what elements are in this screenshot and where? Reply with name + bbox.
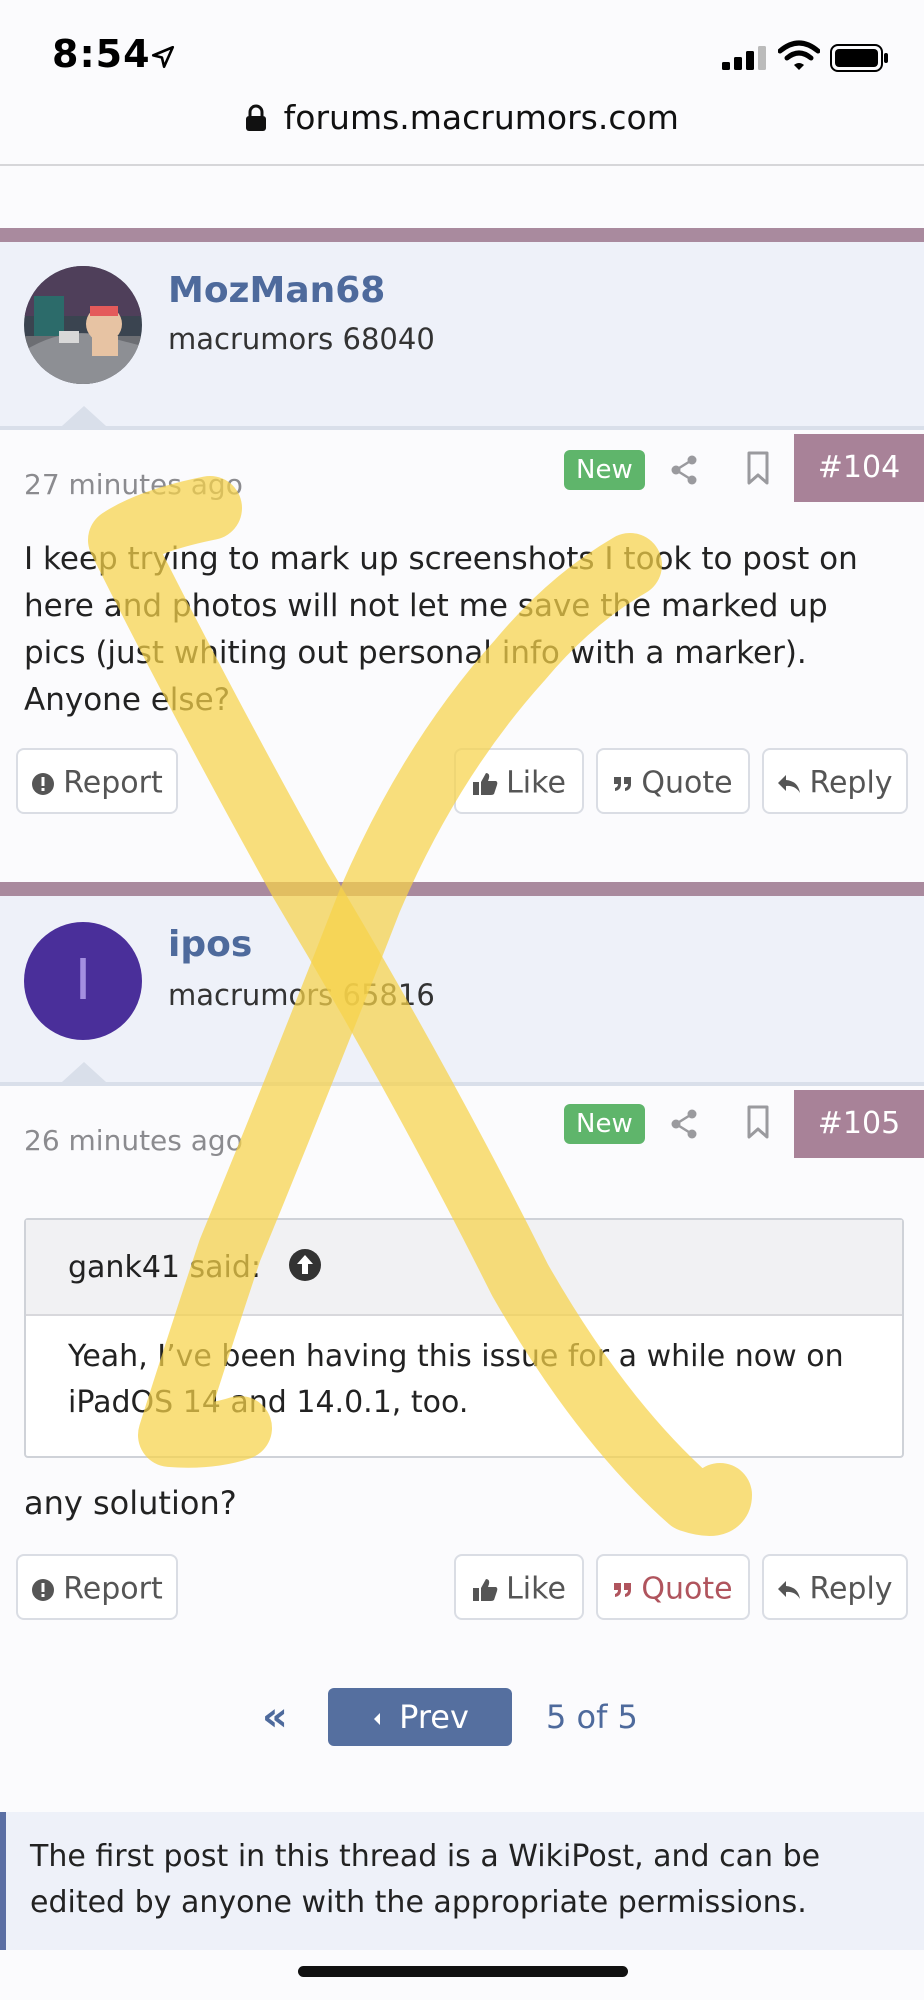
post-time[interactable]: 26 minutes ago <box>24 1124 243 1157</box>
post-time[interactable]: 27 minutes ago <box>24 468 243 501</box>
bookmark-icon[interactable] <box>740 450 776 486</box>
divider <box>0 1082 924 1086</box>
reply-label: Reply <box>809 765 893 801</box>
divider <box>0 164 924 166</box>
notice-text: The first post in this thread is a WikiP… <box>30 1839 821 1920</box>
quote-text: Yeah, I’ve been having this issue for a … <box>68 1339 844 1420</box>
avatar[interactable] <box>24 266 142 384</box>
report-button[interactable]: Report <box>16 1554 178 1620</box>
like-button[interactable]: Like <box>454 1554 584 1620</box>
report-label: Report <box>63 765 163 801</box>
share-icon[interactable] <box>666 452 702 488</box>
reply-button[interactable]: Reply <box>762 748 908 814</box>
reply-icon <box>778 1580 801 1599</box>
divider <box>0 426 924 430</box>
chevron-left-icon <box>374 1713 381 1725</box>
first-page-button[interactable]: « <box>262 1694 288 1740</box>
avatar[interactable]: I <box>24 922 142 1040</box>
quote-arrow-icon[interactable] <box>288 1248 322 1282</box>
like-label: Like <box>506 765 566 801</box>
quote-button[interactable]: Quote <box>596 1554 750 1620</box>
prev-label: Prev <box>399 1698 469 1736</box>
reply-label: Reply <box>809 1571 893 1607</box>
share-icon[interactable] <box>666 1106 702 1142</box>
like-icon <box>473 1578 498 1601</box>
report-button[interactable]: Report <box>16 748 178 814</box>
username[interactable]: MozMan68 <box>168 270 385 311</box>
page-status[interactable]: 5 of 5 <box>546 1698 638 1736</box>
thread-notice: The first post in this thread is a WikiP… <box>0 1812 924 1950</box>
address-bar[interactable]: forums.macrumors.com <box>0 96 924 140</box>
report-icon <box>32 1578 55 1601</box>
like-button[interactable]: Like <box>454 748 584 814</box>
post-body: I keep trying to mark up screenshots I t… <box>24 541 858 718</box>
post-number[interactable]: #105 <box>794 1090 924 1158</box>
new-badge: New <box>564 450 645 490</box>
post-number[interactable]: #104 <box>794 434 924 502</box>
panel-notch <box>62 406 106 426</box>
battery-icon <box>830 44 888 72</box>
quote-button[interactable]: Quote <box>596 748 750 814</box>
reply-icon <box>778 774 801 793</box>
quote-author[interactable]: gank41 said: <box>68 1250 261 1285</box>
like-label: Like <box>506 1571 566 1607</box>
bookmark-icon[interactable] <box>740 1104 776 1140</box>
panel-notch <box>62 1062 106 1082</box>
quote-icon <box>614 1582 632 1597</box>
reply-button[interactable]: Reply <box>762 1554 908 1620</box>
status-time: 8:54 <box>52 32 151 76</box>
post-top-bar <box>0 882 924 896</box>
post-top-bar <box>0 228 924 242</box>
url-text: forums.macrumors.com <box>283 98 679 137</box>
quote-label: Quote <box>641 765 733 801</box>
user-title: macrumors 68040 <box>168 322 435 356</box>
report-icon <box>32 772 55 795</box>
new-badge: New <box>564 1104 645 1144</box>
username[interactable]: ipos <box>168 924 252 965</box>
post-body: any solution? <box>24 1484 237 1522</box>
quote-label: Quote <box>641 1571 733 1607</box>
like-icon <box>473 772 498 795</box>
lock-icon <box>246 104 267 131</box>
location-arrow-icon <box>151 45 175 69</box>
quote-header: gank41 said: <box>26 1220 902 1316</box>
quote-icon <box>614 776 632 791</box>
wifi-icon <box>778 40 820 70</box>
home-indicator[interactable] <box>298 1966 628 1977</box>
quote-block: gank41 said: Yeah, I’ve been having this… <box>24 1218 904 1458</box>
report-label: Report <box>63 1571 163 1607</box>
prev-page-button[interactable]: Prev <box>328 1688 512 1746</box>
signal-icon <box>722 46 766 70</box>
user-title: macrumors 65816 <box>168 978 435 1012</box>
